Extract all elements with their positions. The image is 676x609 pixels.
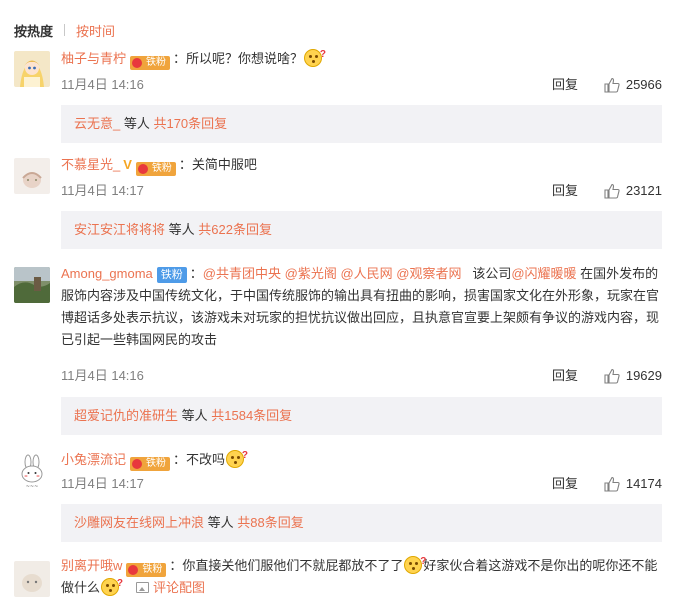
like-count: 25966 [625, 77, 662, 92]
mention-link[interactable]: @人民网 [340, 266, 392, 281]
comment-meta: 11月4日 14:17 回复 14174 [61, 474, 662, 494]
comment-meta: 11月4日 14:16 回复 25966 [61, 75, 662, 95]
fan-badge[interactable]: 铁粉 [135, 162, 176, 176]
like-button[interactable]: 19629 [604, 366, 662, 386]
avatar[interactable] [14, 158, 50, 194]
reply-button[interactable]: 回复 [552, 474, 578, 494]
comment-time: 11月4日 14:16 [61, 77, 144, 92]
emoji-icon [226, 445, 248, 468]
comment-text: ：关简中服吧 [178, 157, 257, 172]
thumbs-up-icon [604, 183, 620, 199]
comment-username[interactable]: 不慕星光_ [61, 157, 120, 172]
avatar[interactable] [14, 51, 50, 87]
fan-badge[interactable]: 铁粉 [130, 56, 171, 70]
comment-text: ：所以呢？你想说啥？ [173, 51, 304, 66]
sort-divider [64, 24, 66, 36]
sub-reply-mid: 等人 [120, 116, 154, 131]
thumbs-up-icon [604, 77, 620, 93]
comment-body: 柚子与青柠 铁粉 ：所以呢？你想说啥？ [61, 44, 662, 70]
like-button[interactable]: 23121 [604, 181, 662, 201]
sub-reply-user[interactable]: 超爱记仇的准研生 [74, 408, 178, 423]
like-button[interactable]: 25966 [604, 75, 662, 95]
reply-button[interactable]: 回复 [552, 366, 578, 386]
comment-image-label: 评论配图 [153, 580, 206, 595]
comment-username[interactable]: 别离开哦w [61, 558, 122, 573]
fan-badge[interactable]: 铁粉 [156, 267, 187, 283]
comment-text: 该公司 [472, 266, 512, 281]
svg-text:~~~: ~~~ [26, 484, 39, 490]
sub-reply-user[interactable]: 云无意_ [74, 116, 120, 131]
sub-reply-box[interactable]: 沙雕网友在线网上冲浪 等人 共88条回复 [61, 504, 662, 542]
fan-badge[interactable]: 铁粉 [126, 563, 167, 577]
comment-meta: 11月4日 14:16 回复 19629 [61, 366, 662, 386]
sort-bar: 按热度 按时间 [14, 20, 115, 40]
comment-text: ：不改吗 [173, 452, 226, 467]
thumbs-up-icon [604, 368, 620, 384]
reply-button[interactable]: 回复 [552, 181, 578, 201]
mention-link[interactable]: @闪耀暖暖 [511, 266, 576, 281]
comment-username[interactable]: 柚子与青柠 [61, 51, 126, 66]
sub-reply-mid: 等人 [204, 515, 238, 530]
mention-link[interactable]: @紫光阁 [285, 266, 337, 281]
comment-meta: 11月4日 14:17 回复 23121 [61, 181, 662, 201]
emoji-icon [101, 573, 123, 596]
reply-button[interactable]: 回复 [552, 75, 578, 95]
comment-username[interactable]: 小兔漂流记 [61, 452, 126, 467]
sub-reply-mid: 等人 [178, 408, 212, 423]
verified-v-icon: V [123, 157, 132, 172]
comment-colon: ： [189, 266, 203, 281]
sort-by-hot[interactable]: 按热度 [14, 21, 53, 40]
sub-reply-user[interactable]: 安江安江将将将 [74, 222, 165, 237]
avatar[interactable] [14, 267, 50, 303]
comment-body: 不慕星光_ V 铁粉 ：关简中服吧 [61, 154, 662, 176]
avatar[interactable] [14, 561, 50, 597]
like-count: 23121 [625, 183, 662, 198]
like-count: 14174 [625, 476, 662, 491]
sub-reply-mid: 等人 [165, 222, 199, 237]
sub-reply-count[interactable]: 共88条回复 [237, 515, 303, 530]
thumbs-up-icon [604, 476, 620, 492]
comment-image-link[interactable]: 评论配图 [136, 580, 205, 595]
mention-link[interactable]: @观察者网 [396, 266, 461, 281]
mention-link[interactable]: @共青团中央 [203, 266, 281, 281]
sub-reply-count[interactable]: 共170条回复 [153, 116, 227, 131]
comment-time: 11月4日 14:17 [61, 476, 144, 491]
sort-by-time[interactable]: 按时间 [76, 21, 115, 40]
like-count: 19629 [625, 368, 662, 383]
sub-reply-user[interactable]: 沙雕网友在线网上冲浪 [74, 515, 204, 530]
comment-text: ：你直接关他们服他们不就屁都放不了了 [169, 558, 404, 573]
comment-time: 11月4日 14:16 [61, 368, 144, 383]
comment-body: 别离开哦w铁粉：你直接关他们服他们不就屁都放不了了好家伙合着这游戏不是你出的呢你… [61, 551, 662, 599]
emoji-icon [404, 551, 426, 574]
sub-reply-count[interactable]: 共622条回复 [198, 222, 272, 237]
comment-body: Among_gmoma 铁粉 ：@共青团中央 @紫光阁 @人民网 @观察者网 该公司… [61, 263, 662, 351]
comment-body: 小兔漂流记 铁粉 ：不改吗 [61, 445, 662, 471]
fan-badge[interactable]: 铁粉 [130, 457, 171, 471]
image-icon [136, 582, 150, 593]
emoji-icon [304, 44, 326, 67]
comment-time: 11月4日 14:17 [61, 183, 144, 198]
like-button[interactable]: 14174 [604, 474, 662, 494]
sub-reply-box[interactable]: 云无意_ 等人 共170条回复 [61, 105, 662, 143]
sub-reply-count[interactable]: 共1584条回复 [211, 408, 292, 423]
sub-reply-box[interactable]: 超爱记仇的准研生 等人 共1584条回复 [61, 397, 662, 435]
comment-username[interactable]: Among_gmoma [61, 266, 153, 281]
avatar[interactable]: ~~~ [14, 454, 50, 490]
sub-reply-box[interactable]: 安江安江将将将 等人 共622条回复 [61, 211, 662, 249]
